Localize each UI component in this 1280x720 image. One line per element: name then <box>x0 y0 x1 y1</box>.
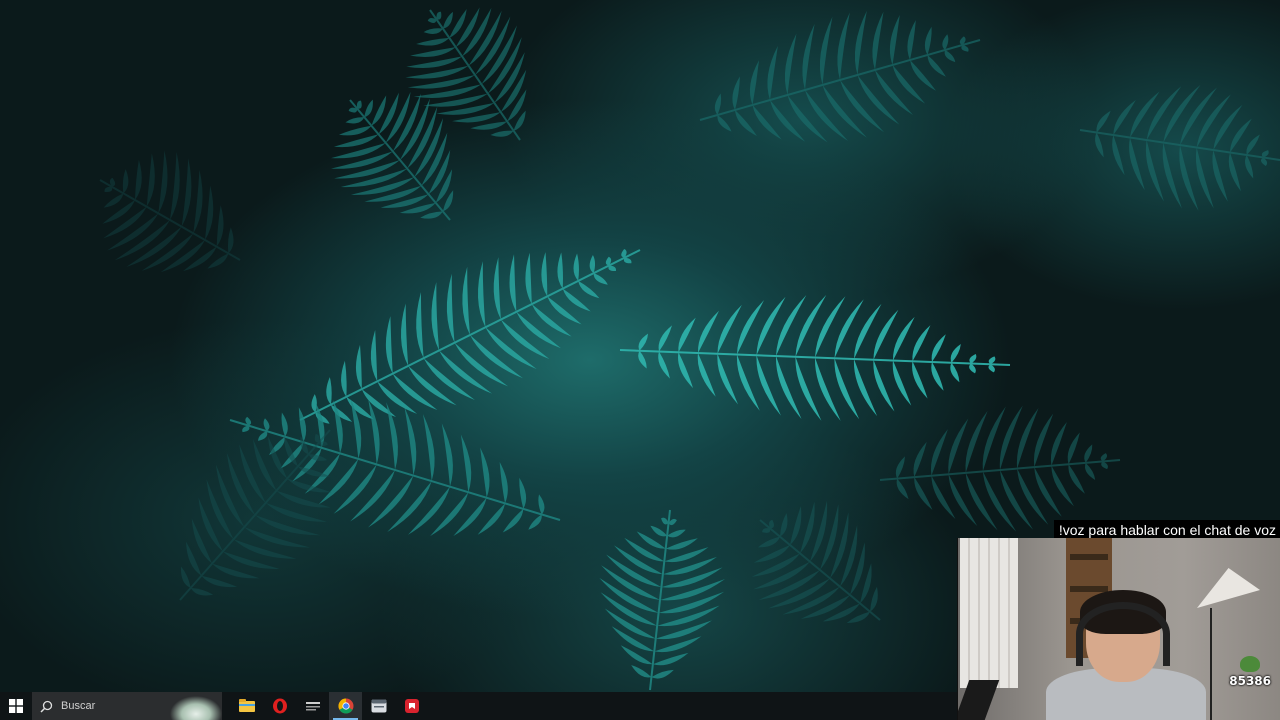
taskbar-red-app[interactable] <box>395 692 428 720</box>
fern-frond <box>179 429 332 601</box>
windows-logo-icon <box>9 699 23 713</box>
viewer-counter: 85386 <box>1229 656 1271 688</box>
red-app-icon <box>404 699 419 713</box>
search-highlight-image <box>168 692 222 720</box>
fern-frond <box>699 10 981 143</box>
voice-chat-command-banner: !voz para hablar con el chat de voz <box>1053 520 1280 540</box>
webcam-feed: 85386 <box>957 538 1280 720</box>
start-button[interactable] <box>0 692 32 720</box>
window-blinds <box>960 538 1018 688</box>
pepe-emote-icon <box>1240 656 1261 672</box>
search-icon <box>40 700 53 713</box>
taskbar-apps <box>230 692 428 720</box>
opera-icon <box>272 698 287 714</box>
fern-frond <box>330 91 454 221</box>
chrome-icon <box>337 698 353 714</box>
taskbar-app-window[interactable] <box>362 692 395 720</box>
taskbar-chrome[interactable] <box>329 692 362 720</box>
taskbar: Buscar <box>0 692 957 720</box>
app-window-icon <box>371 699 386 713</box>
taskbar-app-small[interactable] <box>296 692 329 720</box>
taskbar-opera[interactable] <box>263 692 296 720</box>
search-placeholder: Buscar <box>61 700 96 712</box>
fern-frond <box>751 500 881 624</box>
fern-frond <box>599 509 726 691</box>
fern-frond <box>99 150 241 273</box>
file-explorer-icon <box>238 699 255 712</box>
fern-frond <box>299 248 641 424</box>
fern-frond <box>619 294 1011 421</box>
lamp-stand <box>1210 608 1212 720</box>
counter-value: 85386 <box>1229 674 1271 688</box>
fern-frond <box>1079 84 1280 211</box>
taskbar-file-explorer[interactable] <box>230 692 263 720</box>
app-icon-small <box>305 702 320 711</box>
search-box[interactable]: Buscar <box>32 692 222 720</box>
fern-frond <box>879 405 1121 532</box>
headphones <box>1076 602 1170 666</box>
